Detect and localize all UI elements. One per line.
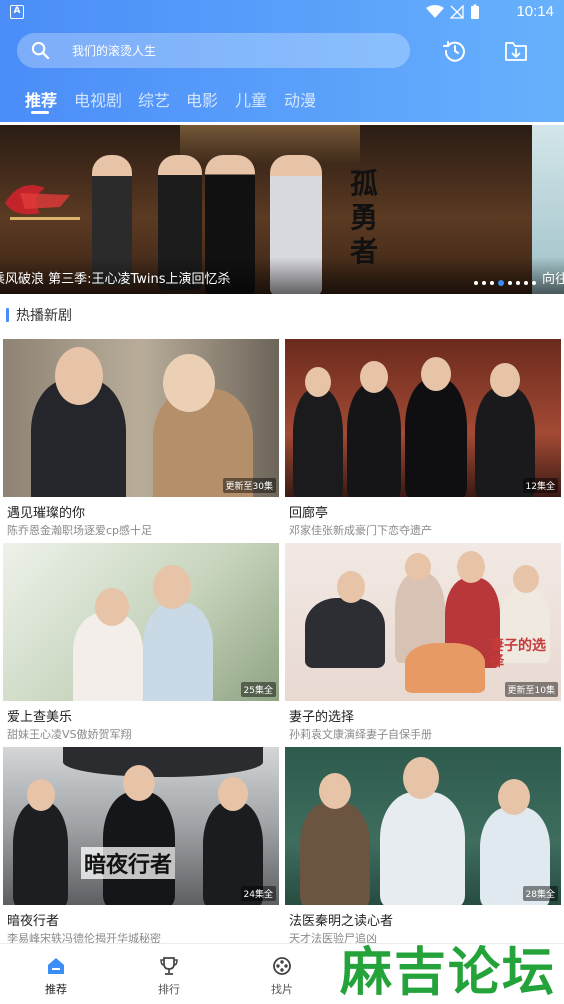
show-description: 甜妹王心凌VS傲娇贺军翔 xyxy=(7,728,132,741)
search-icon xyxy=(31,41,50,60)
episode-badge: 24集全 xyxy=(240,886,276,901)
status-icons xyxy=(426,4,480,20)
nav-find[interactable]: 找片 xyxy=(254,952,310,1000)
show-poster: 28集全 xyxy=(285,747,561,905)
nav-recommend[interactable]: 推荐 xyxy=(28,952,84,1000)
trophy-icon xyxy=(160,957,178,975)
poster-title-art: 妻子的选择 xyxy=(490,638,546,670)
search-bar[interactable]: 我们的滚烫人生 xyxy=(17,33,410,68)
pagination-dot-active xyxy=(498,280,504,286)
poster-title-art: 暗夜行者 xyxy=(81,847,176,879)
show-title: 暗夜行者 xyxy=(7,914,60,929)
show-poster: 妻子的选择 更新至10集 xyxy=(285,543,561,701)
section-title: 热播新剧 xyxy=(16,308,72,324)
show-description: 陈乔恩金瀚职场逐爱cp感十足 xyxy=(7,524,153,537)
show-card[interactable]: 28集全 法医秦明之读心者 天才法医验尸追凶 xyxy=(285,747,561,947)
active-tab-indicator xyxy=(31,111,49,114)
tab-anime[interactable]: 动漫 xyxy=(284,87,316,111)
banner-next-caption: 向往 xyxy=(542,272,564,287)
battery-icon xyxy=(471,4,479,19)
nav-label: 推荐 xyxy=(45,983,67,996)
notification-app-icon: A xyxy=(10,5,24,19)
show-title: 法医秦明之读心者 xyxy=(289,914,394,929)
pagination-dot xyxy=(490,281,494,285)
show-description: 邓家佳张新成豪门下恋夺遗产 xyxy=(289,524,432,537)
pagination-dot xyxy=(532,281,536,285)
download-icon[interactable] xyxy=(503,38,529,64)
show-poster: 更新至30集 xyxy=(3,339,279,497)
pagination-dot xyxy=(508,281,512,285)
pagination-dot xyxy=(474,281,478,285)
show-card[interactable]: 更新至30集 遇见璀璨的你 陈乔恩金瀚职场逐爱cp感十足 xyxy=(3,339,279,539)
episode-badge: 更新至30集 xyxy=(222,478,276,493)
show-description: 孙莉袁文康演绎妻子自保手册 xyxy=(289,728,432,741)
tab-tv-series[interactable]: 电视剧 xyxy=(74,87,122,111)
tab-movies[interactable]: 电影 xyxy=(186,87,218,111)
wifi-icon xyxy=(426,5,444,18)
status-time: 10:14 xyxy=(516,3,554,20)
banner-calligraphy: 孤勇者 xyxy=(350,167,379,268)
tab-recommend[interactable]: 推荐 xyxy=(25,87,57,111)
pagination-dot xyxy=(482,281,486,285)
banner-pagination xyxy=(474,280,536,286)
tab-variety[interactable]: 综艺 xyxy=(138,87,170,111)
episode-badge: 28集全 xyxy=(522,886,558,901)
episode-badge: 更新至10集 xyxy=(504,682,558,697)
show-title: 遇见璀璨的你 xyxy=(7,506,86,521)
nav-label: 排行 xyxy=(158,983,180,996)
episode-badge: 25集全 xyxy=(240,682,276,697)
show-card[interactable]: 妻子的选择 更新至10集 妻子的选择 孙莉袁文康演绎妻子自保手册 xyxy=(285,543,561,743)
history-icon[interactable] xyxy=(442,38,468,64)
show-title: 爱上查美乐 xyxy=(7,710,73,725)
show-title: 妻子的选择 xyxy=(289,710,355,725)
hero-banner[interactable]: 孤勇者 乘风破浪 第三季:王心凌Twins上演回忆杀 向往 xyxy=(0,125,564,294)
home-icon xyxy=(48,958,64,974)
show-poster: 暗夜行者 24集全 xyxy=(3,747,279,905)
tab-kids[interactable]: 儿童 xyxy=(235,87,267,111)
search-placeholder: 我们的滚烫人生 xyxy=(72,44,157,58)
app-header: A 10:14 我们的滚烫人生 推荐 电视剧 综艺 电影 儿童 动漫 xyxy=(0,0,564,122)
film-reel-icon xyxy=(273,957,291,975)
show-title: 回廊亭 xyxy=(289,506,329,521)
category-tabs: 推荐 电视剧 综艺 电影 儿童 动漫 xyxy=(0,84,564,118)
pagination-dot xyxy=(516,281,520,285)
site-watermark: 麻吉论坛 xyxy=(340,943,557,1003)
no-signal-icon xyxy=(450,5,464,19)
banner-caption: 乘风破浪 第三季:王心凌Twins上演回忆杀 xyxy=(0,272,231,287)
show-poster: 12集全 xyxy=(285,339,561,497)
nav-ranking[interactable]: 排行 xyxy=(141,952,197,1000)
show-card[interactable]: 12集全 回廊亭 邓家佳张新成豪门下恋夺遗产 xyxy=(285,339,561,539)
show-card[interactable]: 暗夜行者 24集全 暗夜行者 李易峰宋轶冯德伦揭开华城秘密 xyxy=(3,747,279,947)
banner-stage-lights xyxy=(180,125,360,165)
show-poster: 25集全 xyxy=(3,543,279,701)
nav-label: 找片 xyxy=(271,983,293,996)
episode-badge: 12集全 xyxy=(522,478,558,493)
section-accent-bar xyxy=(6,308,9,322)
status-bar: A 10:14 xyxy=(0,0,564,24)
show-logo xyxy=(5,185,80,220)
pagination-dot xyxy=(524,281,528,285)
show-card[interactable]: 25集全 爱上查美乐 甜妹王心凌VS傲娇贺军翔 xyxy=(3,543,279,743)
